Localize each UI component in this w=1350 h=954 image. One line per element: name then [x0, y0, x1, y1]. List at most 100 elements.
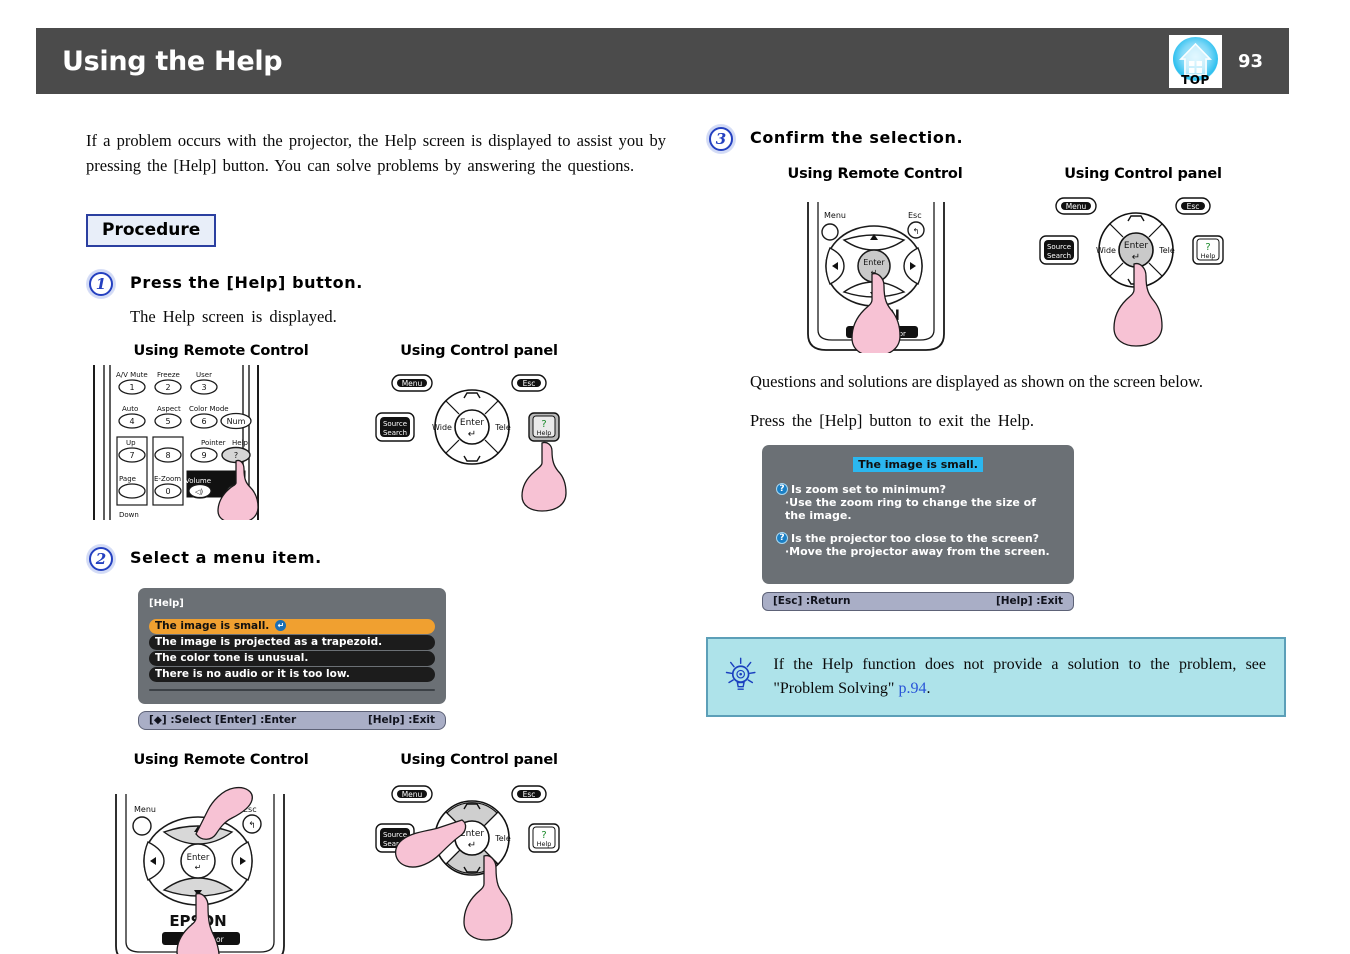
svg-text:Menu: Menu [402, 790, 423, 799]
tip-text-before: If the Help function does not provide a … [773, 656, 1266, 697]
step-3-figures: Using Remote Control Menu Esc ↰ Enter ↵ … [750, 166, 1286, 353]
svg-text:Esc: Esc [908, 211, 922, 220]
step-3-remote-caption: Using Remote Control [787, 166, 963, 182]
svg-text:Source: Source [1047, 243, 1071, 251]
osd-answer-text: ·Use the zoom ring to change the size of… [785, 496, 1037, 522]
svg-text:Tele: Tele [494, 423, 511, 432]
svg-text:◁): ◁) [195, 488, 203, 496]
osd-menu-item[interactable]: The image is small. ↵ [149, 619, 435, 634]
control-panel-enter-illustration: Menu Esc Source Search Enter ↵ Wide Tele… [1039, 197, 1224, 347]
svg-text:↵: ↵ [1132, 252, 1140, 263]
svg-text:Source: Source [383, 831, 407, 839]
svg-text:Esc: Esc [523, 790, 536, 799]
svg-text:Volume: Volume [185, 477, 211, 485]
step-1-remote-figure: Using Remote Control A/V Mute Freeze User … [86, 343, 356, 520]
left-column: If a problem occurs with the projector, … [86, 128, 666, 954]
control-panel-dpad-illustration: Menu Esc Source Search Enter ↵ Tele ? He… [375, 785, 560, 941]
step-1-panel-figure: Using Control panel Menu Esc Source Sear… [364, 343, 594, 520]
svg-text:Freeze: Freeze [157, 371, 180, 379]
osd-answer-text: ·Move the projector away from the screen… [785, 545, 1050, 558]
step-2-remote-figure: Using Remote Control Menu Esc ↰ Enter ↵ … [86, 752, 356, 954]
tip-text-after: . [926, 680, 931, 697]
top-icon-label: TOP [1181, 72, 1210, 87]
panel-menu-button: Menu [1055, 197, 1097, 215]
step-1-number: 1 [95, 275, 107, 293]
step-3: 3 Confirm the selection. [706, 124, 1286, 154]
step-2: 2 Select a menu item. [86, 544, 666, 574]
intro-paragraph: If a problem occurs with the projector, … [86, 131, 666, 175]
svg-text:↵: ↵ [468, 840, 476, 851]
svg-text:Enter: Enter [187, 853, 210, 863]
page-number: 93 [1237, 50, 1263, 72]
tip-link-p94[interactable]: p.94 [898, 680, 926, 697]
remote-control-dpad-illustration: Menu Esc ↰ Enter ↵ or [115, 786, 285, 954]
step-1-number-badge: 1 [86, 269, 116, 299]
svg-text:Tele: Tele [1158, 246, 1175, 255]
svg-text:Menu: Menu [134, 805, 156, 814]
svg-text:Menu: Menu [1066, 202, 1087, 211]
osd-menu-title: [Help] [149, 598, 184, 609]
osd-answer-footer-right: [Help] :Exit [995, 595, 1063, 607]
osd-footer-bar: [◆] :Select [Enter] :Enter [Help] :Exit [138, 711, 446, 730]
svg-text:Enter: Enter [460, 418, 484, 428]
panel-esc-button: Esc [511, 374, 547, 392]
svg-text:↵: ↵ [195, 863, 202, 872]
svg-text:Enter: Enter [863, 258, 885, 267]
panel-help-button: ? Help [1192, 235, 1224, 265]
svg-text:↰: ↰ [248, 821, 256, 831]
step-1-heading: Press the [Help] button. [130, 273, 363, 292]
step-3-heading: Confirm the selection. [750, 128, 964, 147]
osd-menu-item[interactable]: The color tone is unusual. [149, 651, 435, 666]
step-2-panel-caption: Using Control panel [400, 752, 558, 768]
step-2-number-badge: 2 [86, 544, 116, 574]
svg-text:Auto: Auto [122, 405, 138, 413]
header-right-group: TOP 93 [1168, 34, 1263, 88]
osd-menu-item[interactable]: The image is projected as a trapezoid. [149, 635, 435, 650]
svg-text:Help: Help [1201, 252, 1216, 260]
osd-question: ? Is zoom set to minimum? [776, 483, 1060, 496]
control-panel-illustration: Menu Esc Source Search Enter ↵ Wide Tele… [375, 374, 567, 512]
svg-text:4: 4 [129, 417, 134, 426]
top-home-icon[interactable]: TOP [1168, 34, 1222, 88]
svg-text:Aspect: Aspect [157, 405, 181, 413]
page-header: Using the Help TOP 93 [36, 28, 1289, 94]
step-2-figures: Using Remote Control Menu Esc ↰ Enter ↵ … [86, 752, 666, 954]
panel-esc-button: Esc [1175, 197, 1211, 215]
remote-menu-button [132, 816, 152, 836]
step-3-panel-figure: Using Control panel Menu Esc Source Sear… [1028, 166, 1258, 353]
svg-text:Pointer: Pointer [201, 439, 226, 447]
svg-text:Esc: Esc [523, 379, 536, 388]
osd-question: ? Is the projector too close to the scre… [776, 532, 1060, 545]
osd-footer-left: [◆] :Select [Enter] :Enter [149, 714, 297, 726]
svg-text:0: 0 [165, 487, 170, 496]
panel-navigation-wheel: Enter ↵ Wide Tele [432, 389, 511, 465]
osd-answer-footer-bar: [Esc] :Return [Help] :Exit [762, 592, 1074, 611]
panel-help-button: ? Help [528, 412, 560, 442]
panel-help-button: ? Help [528, 823, 560, 853]
step-3-panel-caption: Using Control panel [1064, 166, 1222, 182]
svg-text:Enter: Enter [1124, 241, 1148, 251]
osd-menu-item[interactable]: There is no audio or it is too low. [149, 667, 435, 682]
enter-icon: ↵ [275, 620, 287, 631]
svg-text:Search: Search [1047, 252, 1071, 260]
osd-footer-right: [Help] :Exit [367, 714, 435, 726]
svg-text:↵: ↵ [468, 429, 476, 440]
svg-text:Menu: Menu [824, 211, 846, 220]
osd-answer-title: The image is small. [853, 457, 983, 472]
svg-text:User: User [196, 371, 212, 379]
step-2-number: 2 [95, 550, 107, 568]
panel-esc-button: Esc [511, 785, 547, 803]
question-mark-icon: ? [776, 483, 788, 495]
pointing-hand-icon [521, 441, 567, 512]
svg-text:Num: Num [227, 417, 246, 426]
lightbulb-icon [725, 657, 756, 690]
step-2-heading: Select a menu item. [130, 548, 322, 567]
step-1-panel-caption: Using Control panel [400, 343, 558, 359]
osd-qa-block: ? Is zoom set to minimum? ·Use the zoom … [776, 483, 1060, 522]
tip-callout-box: If the Help function does not provide a … [706, 637, 1286, 717]
svg-text:Color Mode: Color Mode [189, 405, 229, 413]
remote-menu-button [821, 223, 839, 241]
panel-menu-button: Menu [391, 785, 433, 803]
question-mark-icon: ? [776, 532, 788, 544]
step-2-remote-caption: Using Remote Control [133, 752, 309, 768]
